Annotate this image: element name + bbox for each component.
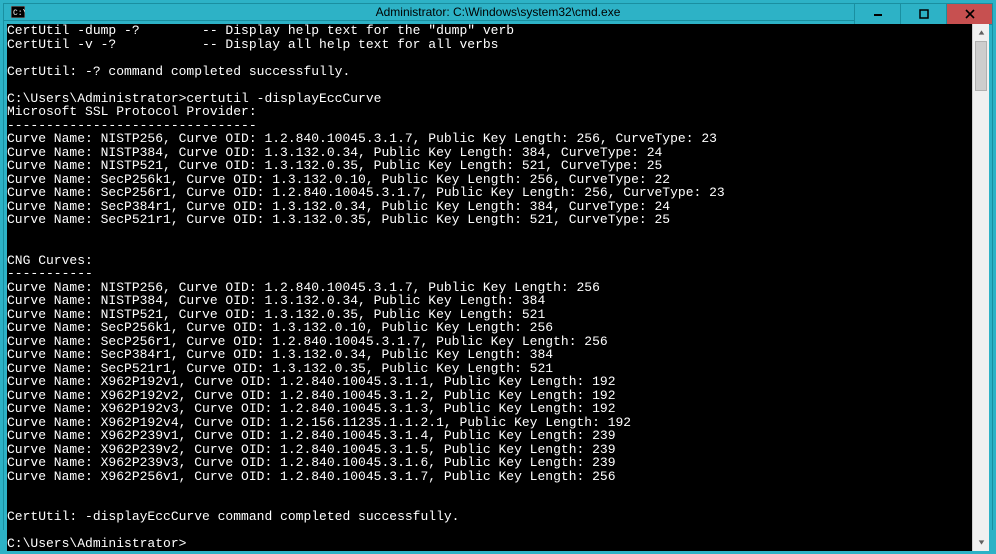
console-wrap: CertUtil -dump -? -- Display help text f…	[7, 24, 989, 551]
console-output[interactable]: CertUtil -dump -? -- Display help text f…	[7, 24, 972, 551]
scroll-up-button[interactable]	[973, 24, 989, 41]
close-button[interactable]	[946, 4, 992, 25]
titlebar[interactable]: C:\ Administrator: C:\Windows\system32\c…	[4, 4, 992, 21]
vertical-scrollbar[interactable]	[972, 24, 989, 551]
window-buttons	[854, 4, 992, 25]
cmd-window: C:\ Administrator: C:\Windows\system32\c…	[3, 3, 993, 530]
client-area: CertUtil -dump -? -- Display help text f…	[4, 21, 992, 554]
scroll-thumb[interactable]	[975, 41, 987, 91]
cmd-icon: C:\	[10, 4, 26, 20]
minimize-button[interactable]	[854, 4, 900, 25]
window-title: Administrator: C:\Windows\system32\cmd.e…	[376, 5, 621, 19]
scroll-down-button[interactable]	[973, 534, 989, 551]
scroll-track[interactable]	[973, 41, 989, 534]
svg-text:C:\: C:\	[13, 9, 25, 18]
maximize-button[interactable]	[900, 4, 946, 25]
